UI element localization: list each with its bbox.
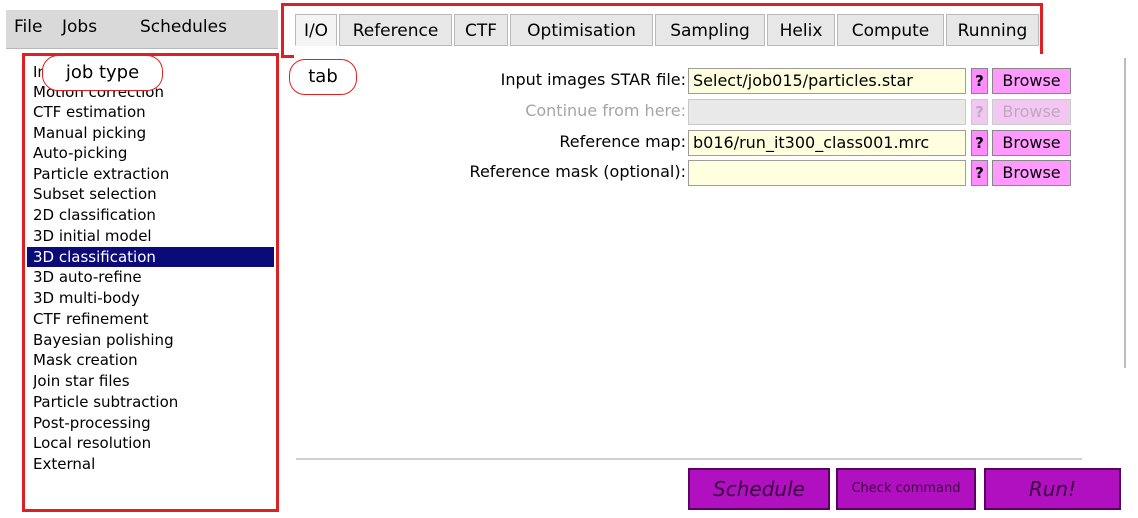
input-images-field[interactable]: Select/job015/particles.star [688,68,966,94]
job-type-item[interactable]: External [33,454,276,474]
tab-compute[interactable]: Compute [837,14,944,46]
job-type-item[interactable]: 3D initial model [33,226,276,246]
tab-helix[interactable]: Helix [767,14,835,46]
input-images-label: Input images STAR file: [500,70,686,89]
input-images-help-button[interactable]: ? [971,68,988,94]
reference-map-field[interactable]: b016/run_it300_class001.mrc [688,130,966,156]
reference-map-browse-button[interactable]: Browse [992,130,1071,156]
job-type-item[interactable]: Mask creation [33,350,276,370]
continue-from-label: Continue from here: [525,101,686,120]
job-type-item[interactable]: 3D multi-body [33,288,276,308]
reference-mask-label: Reference mask (optional): [469,162,686,181]
tab-optimisation[interactable]: Optimisation [510,14,653,46]
job-type-item-selected[interactable]: 3D classification [27,247,274,267]
job-type-item[interactable]: Particle subtraction [33,392,276,412]
job-type-list: Import Motion correction CTF estimation … [24,55,277,510]
continue-from-help-button: ? [971,99,988,125]
reference-mask-field[interactable] [688,160,966,186]
job-type-item[interactable]: Local resolution [33,433,276,453]
tab-callout: tab [289,59,357,95]
continue-from-field [688,99,966,125]
schedule-button[interactable]: Schedule [688,468,830,510]
reference-mask-browse-button[interactable]: Browse [992,160,1071,186]
job-type-item[interactable]: Particle extraction [33,164,276,184]
reference-map-label: Reference map: [559,132,686,151]
tab-reference[interactable]: Reference [339,14,452,46]
job-type-item[interactable]: Subset selection [33,184,276,204]
job-type-item[interactable]: Manual picking [33,123,276,143]
tab-ctf[interactable]: CTF [454,14,508,46]
input-images-browse-button[interactable]: Browse [992,68,1071,94]
tab-io[interactable]: I/O [295,14,337,46]
menu-bar: File Jobs Schedules [6,10,278,49]
job-type-item[interactable]: CTF estimation [33,102,276,122]
menu-file[interactable]: File [14,17,42,37]
job-type-callout: job type [42,55,163,91]
check-command-button[interactable]: Check command [836,468,976,510]
job-type-item[interactable]: Join star files [33,371,276,391]
tab-sampling[interactable]: Sampling [655,14,765,46]
job-type-item[interactable]: CTF refinement [33,309,276,329]
reference-map-help-button[interactable]: ? [971,130,988,156]
job-type-item[interactable]: 2D classification [33,205,276,225]
continue-from-browse-button: Browse [992,99,1071,125]
menu-schedules[interactable]: Schedules [140,17,227,37]
menu-jobs[interactable]: Jobs [62,17,97,37]
job-type-item[interactable]: Auto-picking [33,143,276,163]
panel-scrollbar[interactable] [1124,58,1126,368]
tab-running[interactable]: Running [946,14,1039,46]
job-type-item[interactable]: 3D auto-refine [33,267,276,287]
job-type-item[interactable]: Bayesian polishing [33,330,276,350]
tab-bar: I/O Reference CTF Optimisation Sampling … [295,14,1039,46]
panel-divider [296,458,1082,460]
reference-mask-help-button[interactable]: ? [971,160,988,186]
job-type-item[interactable]: Post-processing [33,413,276,433]
run-button[interactable]: Run! [984,468,1121,510]
